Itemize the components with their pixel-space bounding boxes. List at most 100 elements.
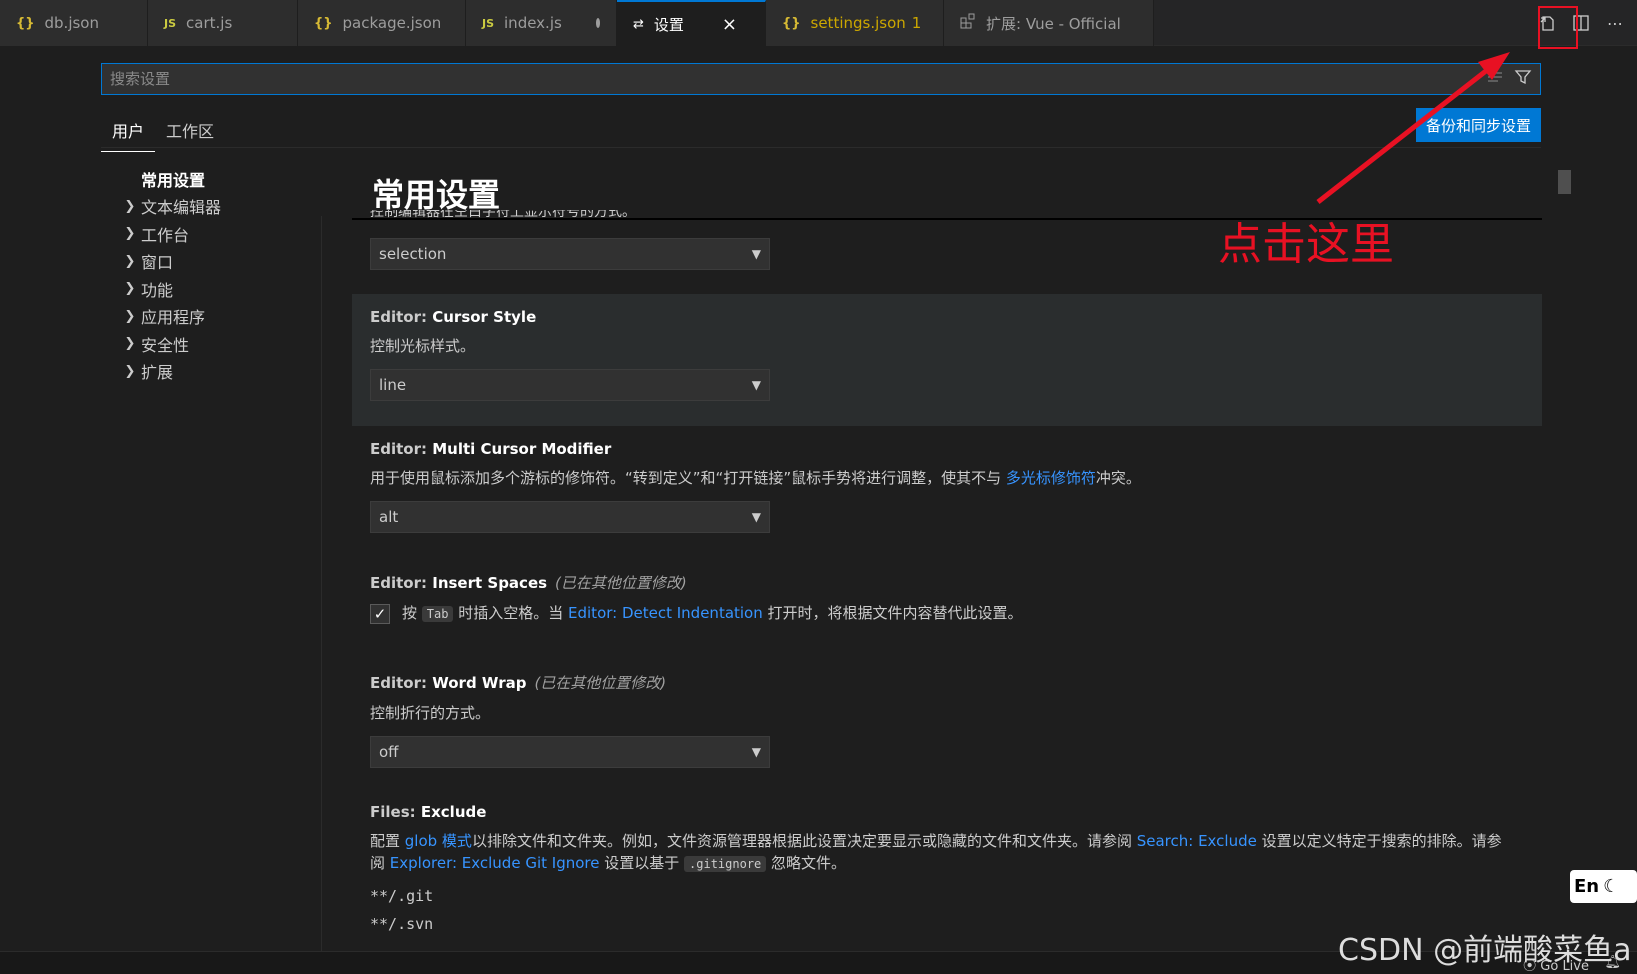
chevron-right-icon: ❯ [124,363,136,379]
search-exclude-link[interactable]: Search: Exclude [1137,832,1257,850]
select-value: alt [379,508,399,526]
close-icon[interactable]: × [722,14,737,35]
editor-tab-bar: {} db.json JS cart.js {} package.json JS… [0,0,1637,46]
settings-toc: 常用设置 ❯ 文本编辑器 ❯ 工作台 ❯ 窗口 ❯ 功能 ❯ 应用程序 ❯ 安全性 ❯ 扩展 [101,165,321,385]
annotation-label: 点击这里 [1218,219,1394,270]
json-file-icon: {} [782,15,801,31]
chevron-down-icon: ▼ [751,510,761,524]
search-actions [1486,68,1532,90]
explorer-exclude-git-ignore-link[interactable]: Explorer: Exclude Git Ignore [390,854,600,872]
setting-title: Editor: Word Wrap (已在其他位置修改) [370,674,667,692]
chevron-right-icon: ❯ [124,336,136,352]
json-file-icon: {} [314,15,333,31]
chevron-down-icon: ▼ [751,378,761,392]
settings-search-box [101,63,1541,95]
moon-icon: ☾ [1603,876,1620,897]
tab-settings-json[interactable]: {} settings.json 1 [766,0,944,46]
toc-item-label: 应用程序 [141,308,206,328]
glob-pattern-link[interactable]: glob 模式 [405,832,472,850]
toc-item-label: 工作台 [141,225,190,245]
tab-workspace[interactable]: 工作区 [155,112,225,152]
toc-item-commonly-used[interactable]: 常用设置 [101,165,321,193]
setting-description: 控制折行的方式。 [370,704,491,722]
tab-settings[interactable]: ⇄ 设置 × [617,0,766,46]
toc-divider [321,216,322,956]
chevron-down-icon: ▼ [751,745,761,759]
setting-files-exclude: Files: Exclude 配置 glob 模式以排除文件和文件夹。例如，文件… [352,803,1522,933]
setting-insert-spaces: Editor: Insert Spaces (已在其他位置修改) ✓ 按 Tab 时… [352,572,1542,625]
toc-item-features[interactable]: ❯ 功能 [101,275,321,303]
ime-indicator: En ☾ [1570,870,1637,903]
setting-description: ✓ 按 Tab 时插入空格。当 Editor: Detect Indentatio… [370,602,1524,625]
render-whitespace-select[interactable]: selection ▼ [370,238,770,270]
tab-label: index.js [504,14,562,32]
scrollbar-thumb[interactable] [1558,170,1571,194]
gitignore-code: .gitignore [684,856,767,872]
toc-item-label: 文本编辑器 [141,198,222,218]
tab-index-js[interactable]: JS index.js [466,0,617,46]
js-file-icon: JS [482,16,495,30]
insert-spaces-checkbox[interactable]: ✓ [370,603,390,624]
exclude-pattern[interactable]: **/.git [370,887,1504,905]
chevron-right-icon: ❯ [124,198,136,214]
select-value: off [379,743,399,761]
setting-title: Editor: Insert Spaces (已在其他位置修改) [370,574,687,592]
unsaved-dot-icon[interactable] [595,18,600,28]
modified-elsewhere-label: (已在其他位置修改) [534,674,667,692]
clear-filter-icon[interactable] [1486,68,1504,90]
exclude-pattern[interactable]: **/.svn [370,915,1504,933]
more-actions-icon[interactable]: ⋯ [1601,9,1629,37]
category-title: 常用设置 [372,176,501,214]
tab-user[interactable]: 用户 [101,112,156,152]
tab-label: db.json [44,14,99,32]
setting-word-wrap: Editor: Word Wrap (已在其他位置修改) 控制折行的方式。 off… [352,672,1542,768]
chevron-right-icon: ❯ [124,308,136,324]
chevron-right-icon: ❯ [124,226,136,242]
toc-item-security[interactable]: ❯ 安全性 [101,330,321,358]
tab-label: 设置 [653,15,684,34]
setting-description: 控制光标样式。 [370,337,476,355]
tab-db-json[interactable]: {} db.json [0,0,148,46]
toc-item-application[interactable]: ❯ 应用程序 [101,303,321,331]
toc-item-workbench[interactable]: ❯ 工作台 [101,220,321,248]
js-file-icon: JS [164,16,177,30]
cursor-style-select[interactable]: line ▼ [370,369,770,401]
problem-count-badge: 1 [911,14,922,32]
toc-item-extensions[interactable]: ❯ 扩展 [101,358,321,386]
chevron-down-icon: ▼ [751,247,761,261]
toc-item-label: 安全性 [141,335,190,355]
setting-description: 配置 glob 模式以排除文件和文件夹。例如，文件资源管理器根据此设置决定要显示… [370,832,1502,872]
modified-elsewhere-label: (已在其他位置修改) [555,574,687,592]
extensions-icon [960,13,976,33]
search-input[interactable] [110,70,1486,88]
toc-item-text-editor[interactable]: ❯ 文本编辑器 [101,193,321,221]
detect-indentation-link[interactable]: Editor: Detect Indentation [568,604,763,622]
setting-multi-cursor-modifier: Editor: Multi Cursor Modifier 用于使用鼠标添加多个… [352,440,1542,533]
toc-item-label: 窗口 [141,253,174,273]
setting-cursor-style: Editor: Cursor Style 控制光标样式。 line ▼ [352,294,1542,426]
multi-cursor-modifier-select[interactable]: alt ▼ [370,501,770,533]
toc-item-window[interactable]: ❯ 窗口 [101,248,321,276]
tab-package-json[interactable]: {} package.json [298,0,466,46]
setting-title: Files: Exclude [370,803,487,821]
chevron-right-icon: ❯ [124,253,136,269]
multi-cursor-link[interactable]: 多光标修饰符 [1006,469,1096,487]
highlight-box [1538,6,1578,49]
tab-cart-js[interactable]: JS cart.js [148,0,298,46]
setting-description: 用于使用鼠标添加多个游标的修饰符。“转到定义”和“打开链接”鼠标手势将进行调整，… [370,469,1141,487]
filter-icon[interactable] [1514,68,1532,90]
settings-scope-tabs: 用户 工作区 [101,112,225,152]
word-wrap-select[interactable]: off ▼ [370,736,770,768]
backup-sync-button[interactable]: 备份和同步设置 [1416,108,1541,142]
json-file-icon: {} [16,15,35,31]
tab-label: package.json [342,14,442,32]
tab-label: 扩展: Vue - Official [986,14,1121,33]
toc-item-label: 功能 [141,280,174,300]
setting-title: Editor: Cursor Style [370,308,537,326]
tab-key-label: Tab [421,606,454,622]
setting-title: Editor: Multi Cursor Modifier [370,440,612,458]
select-value: line [379,376,407,394]
scope-divider [101,147,1541,148]
tab-extension-vue[interactable]: 扩展: Vue - Official [944,0,1154,46]
tab-label: settings.json [810,14,906,32]
